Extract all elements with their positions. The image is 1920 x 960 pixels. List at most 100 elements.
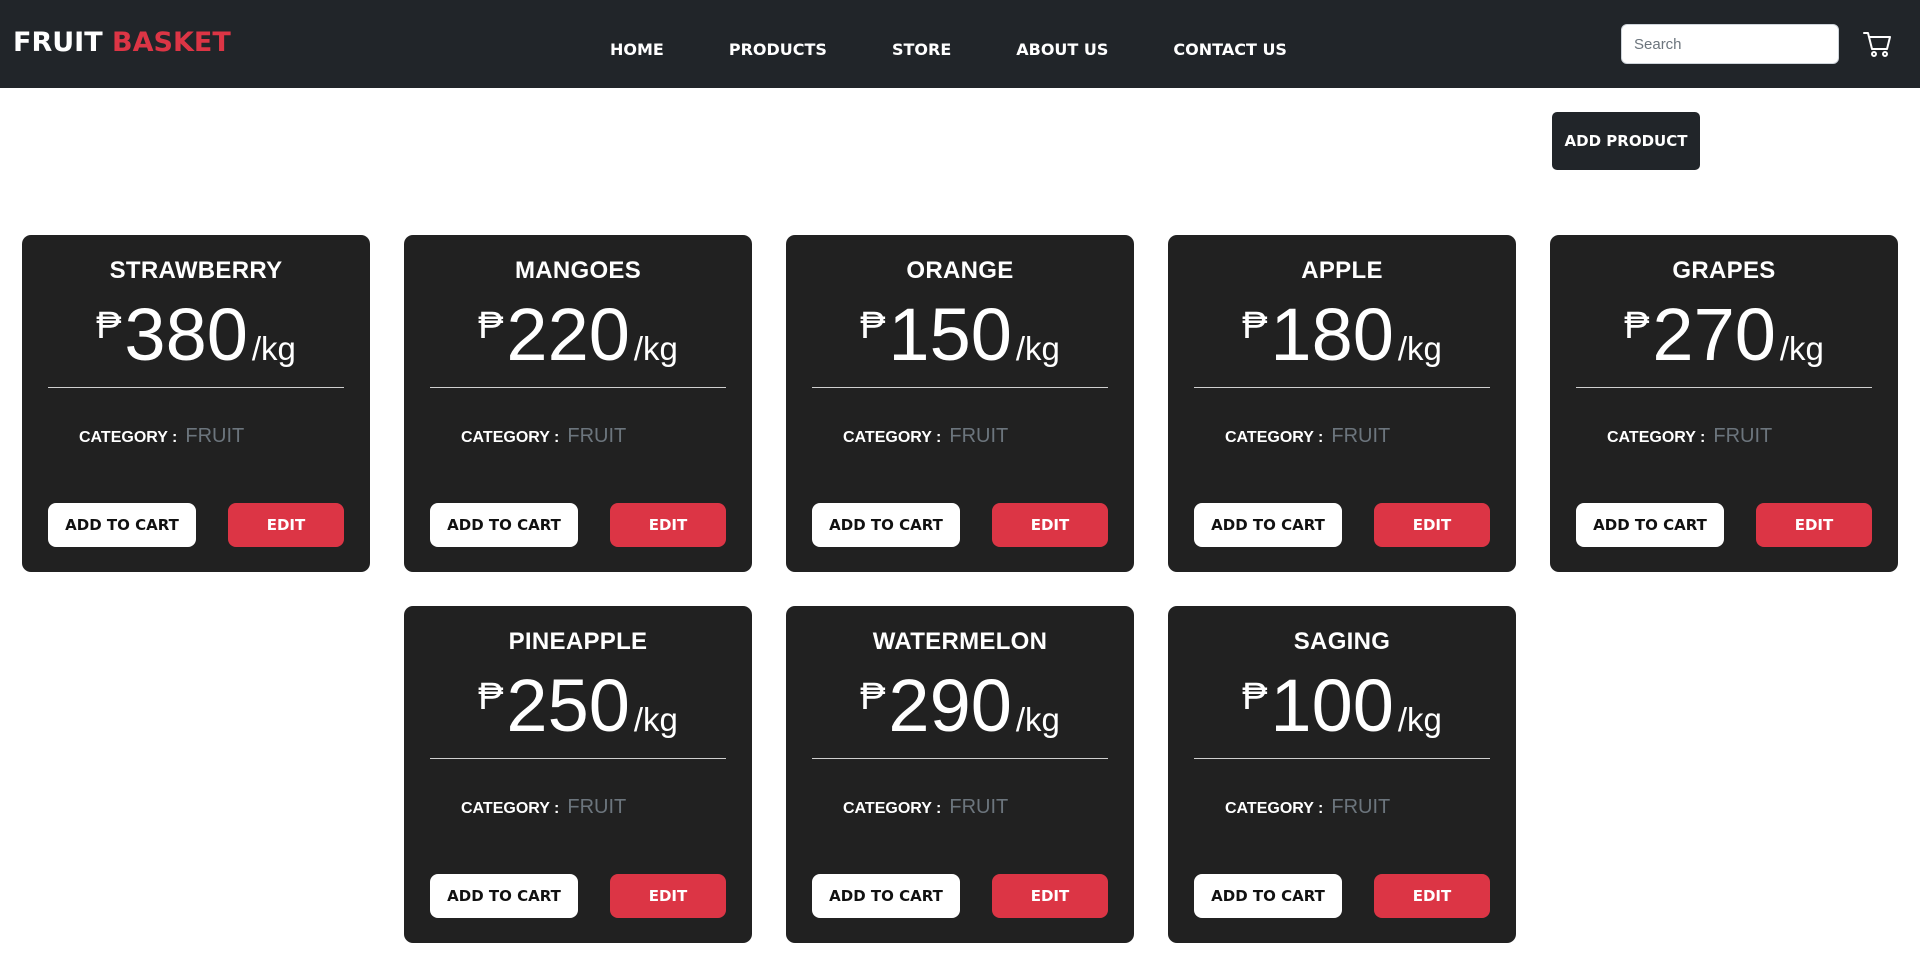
price-unit: /kg bbox=[1015, 330, 1060, 367]
edit-button[interactable]: EDIT bbox=[992, 874, 1108, 918]
edit-button[interactable]: EDIT bbox=[610, 503, 726, 547]
currency-symbol: ₱ bbox=[860, 305, 886, 347]
edit-button[interactable]: EDIT bbox=[992, 503, 1108, 547]
card-divider bbox=[812, 387, 1108, 388]
edit-button[interactable]: EDIT bbox=[1374, 503, 1490, 547]
currency-symbol: ₱ bbox=[478, 305, 504, 347]
product-category: CATEGORY : FRUIT bbox=[1225, 425, 1390, 448]
navbar: FRUIT BASKET HOME PRODUCTS STORE ABOUT U… bbox=[0, 0, 1920, 88]
product-category: CATEGORY : FRUIT bbox=[461, 796, 626, 819]
currency-symbol: ₱ bbox=[1242, 676, 1268, 718]
add-to-cart-button[interactable]: ADD TO CART bbox=[430, 503, 578, 547]
price-unit: /kg bbox=[1397, 701, 1442, 738]
product-category: CATEGORY : FRUIT bbox=[79, 425, 244, 448]
currency-symbol: ₱ bbox=[860, 676, 886, 718]
add-to-cart-button[interactable]: ADD TO CART bbox=[430, 874, 578, 918]
category-label: CATEGORY : bbox=[1607, 429, 1706, 446]
add-product-button[interactable]: ADD PRODUCT bbox=[1552, 112, 1700, 170]
product-price: ₱100/kg bbox=[1168, 669, 1516, 743]
price-amount: 220 bbox=[506, 293, 630, 376]
card-divider bbox=[812, 758, 1108, 759]
search-input[interactable] bbox=[1621, 24, 1839, 64]
product-price: ₱220/kg bbox=[404, 298, 752, 372]
category-value: FRUIT bbox=[185, 425, 245, 447]
add-to-cart-button[interactable]: ADD TO CART bbox=[812, 874, 960, 918]
product-card: WATERMELON ₱290/kg CATEGORY : FRUIT ADD T… bbox=[786, 606, 1134, 943]
product-price: ₱180/kg bbox=[1168, 298, 1516, 372]
product-name: SAGING bbox=[1293, 628, 1391, 655]
category-value: FRUIT bbox=[949, 425, 1009, 447]
card-divider bbox=[48, 387, 344, 388]
shopping-cart-icon[interactable] bbox=[1862, 28, 1894, 60]
currency-symbol: ₱ bbox=[478, 676, 504, 718]
product-card: SAGING ₱100/kg CATEGORY : FRUIT ADD TO CA… bbox=[1168, 606, 1516, 943]
edit-button[interactable]: EDIT bbox=[1756, 503, 1872, 547]
card-divider bbox=[1194, 758, 1490, 759]
product-price: ₱380/kg bbox=[22, 298, 370, 372]
edit-button[interactable]: EDIT bbox=[1374, 874, 1490, 918]
category-label: CATEGORY : bbox=[1225, 800, 1324, 817]
add-to-cart-button[interactable]: ADD TO CART bbox=[812, 503, 960, 547]
product-name: MANGOES bbox=[514, 257, 642, 284]
category-label: CATEGORY : bbox=[461, 429, 560, 446]
product-card: MANGOES ₱220/kg CATEGORY : FRUIT ADD TO C… bbox=[404, 235, 752, 572]
product-name: STRAWBERRY bbox=[109, 257, 283, 284]
category-value: FRUIT bbox=[567, 796, 627, 818]
price-unit: /kg bbox=[1397, 330, 1442, 367]
product-name: WATERMELON bbox=[872, 628, 1048, 655]
category-value: FRUIT bbox=[1331, 425, 1391, 447]
price-amount: 180 bbox=[1270, 293, 1394, 376]
product-category: CATEGORY : FRUIT bbox=[461, 425, 626, 448]
product-card: STRAWBERRY ₱380/kg CATEGORY : FRUIT ADD T… bbox=[22, 235, 370, 572]
card-divider bbox=[1194, 387, 1490, 388]
price-unit: /kg bbox=[633, 330, 678, 367]
currency-symbol: ₱ bbox=[1624, 305, 1650, 347]
nav-link-products[interactable]: PRODUCTS bbox=[729, 40, 827, 59]
product-card: ORANGE ₱150/kg CATEGORY : FRUIT ADD TO CA… bbox=[786, 235, 1134, 572]
nav-link-contact-us[interactable]: CONTACT US bbox=[1173, 40, 1287, 59]
price-amount: 100 bbox=[1270, 664, 1394, 747]
nav-link-store[interactable]: STORE bbox=[892, 40, 951, 59]
product-price: ₱250/kg bbox=[404, 669, 752, 743]
category-label: CATEGORY : bbox=[843, 800, 942, 817]
edit-button[interactable]: EDIT bbox=[228, 503, 344, 547]
card-divider bbox=[430, 387, 726, 388]
currency-symbol: ₱ bbox=[96, 305, 122, 347]
product-category: CATEGORY : FRUIT bbox=[1225, 796, 1390, 819]
category-label: CATEGORY : bbox=[1225, 429, 1324, 446]
category-value: FRUIT bbox=[949, 796, 1009, 818]
price-amount: 380 bbox=[124, 293, 248, 376]
currency-symbol: ₱ bbox=[1242, 305, 1268, 347]
category-label: CATEGORY : bbox=[461, 800, 560, 817]
add-to-cart-button[interactable]: ADD TO CART bbox=[1194, 503, 1342, 547]
product-card: PINEAPPLE ₱250/kg CATEGORY : FRUIT ADD TO… bbox=[404, 606, 752, 943]
nav-menu: HOME PRODUCTS STORE ABOUT US CONTACT US bbox=[610, 40, 1352, 59]
price-unit: /kg bbox=[633, 701, 678, 738]
card-divider bbox=[1576, 387, 1872, 388]
product-name: GRAPES bbox=[1672, 257, 1776, 284]
price-amount: 150 bbox=[888, 293, 1012, 376]
product-price: ₱150/kg bbox=[786, 298, 1134, 372]
price-unit: /kg bbox=[251, 330, 296, 367]
edit-button[interactable]: EDIT bbox=[610, 874, 726, 918]
add-to-cart-button[interactable]: ADD TO CART bbox=[1576, 503, 1724, 547]
category-value: FRUIT bbox=[1713, 425, 1773, 447]
add-to-cart-button[interactable]: ADD TO CART bbox=[1194, 874, 1342, 918]
category-label: CATEGORY : bbox=[843, 429, 942, 446]
product-category: CATEGORY : FRUIT bbox=[843, 425, 1008, 448]
price-unit: /kg bbox=[1015, 701, 1060, 738]
card-divider bbox=[430, 758, 726, 759]
product-name: PINEAPPLE bbox=[508, 628, 648, 655]
nav-link-home[interactable]: HOME bbox=[610, 40, 664, 59]
category-label: CATEGORY : bbox=[79, 429, 178, 446]
nav-link-about-us[interactable]: ABOUT US bbox=[1016, 40, 1108, 59]
product-price: ₱270/kg bbox=[1550, 298, 1898, 372]
price-amount: 250 bbox=[506, 664, 630, 747]
price-amount: 290 bbox=[888, 664, 1012, 747]
product-name: ORANGE bbox=[906, 257, 1014, 284]
product-card: APPLE ₱180/kg CATEGORY : FRUIT ADD TO CAR… bbox=[1168, 235, 1516, 572]
brand-logo[interactable]: FRUIT BASKET bbox=[13, 27, 231, 58]
add-to-cart-button[interactable]: ADD TO CART bbox=[48, 503, 196, 547]
category-value: FRUIT bbox=[1331, 796, 1391, 818]
price-unit: /kg bbox=[1779, 330, 1824, 367]
